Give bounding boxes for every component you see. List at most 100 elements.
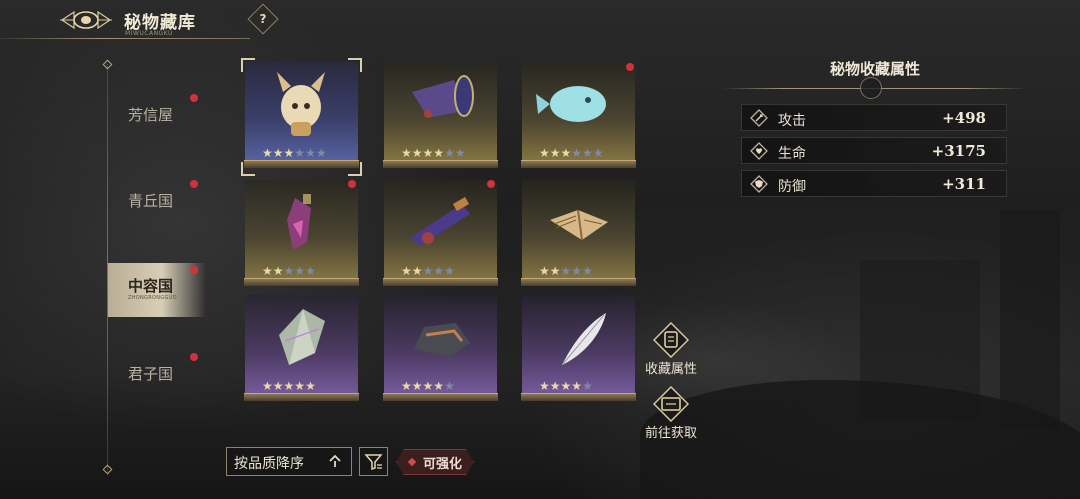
star-empty-icon: ★ [444, 146, 455, 160]
star-empty-icon: ★ [582, 379, 593, 393]
star-filled-icon: ★ [560, 379, 572, 393]
collection-card-feather[interactable]: ★★★★★ [521, 295, 636, 403]
fox-doll-icon [277, 72, 325, 136]
collection-card-book[interactable]: ★★★★★ [521, 180, 636, 288]
horn-icon [412, 75, 474, 118]
star-filled-icon: ★ [283, 146, 295, 160]
stat-row-health: 生命 +3175 [741, 137, 1007, 164]
star-filled-icon: ★ [539, 379, 550, 393]
star-rating: ★★★★★ [401, 265, 455, 277]
collection-card-crystal[interactable]: ★★★★★ [244, 295, 359, 403]
collection-attributes-label: 收藏属性 [644, 362, 697, 377]
star-empty-icon: ★ [294, 264, 306, 278]
card-shelf [244, 393, 359, 401]
go-obtain-button[interactable]: 前往获取 [641, 386, 701, 450]
nav-item-zhongrongguo[interactable]: 中容国 ZHONGRONGGUO [108, 263, 206, 317]
selection-corner [348, 58, 362, 72]
book-icon [550, 209, 608, 241]
star-filled-icon: ★ [305, 379, 316, 393]
sort-label: 按品质降序 [234, 456, 304, 472]
star-empty-icon: ★ [582, 264, 593, 278]
star-filled-icon: ★ [272, 264, 284, 278]
nav-item-qingqiuguo[interactable]: 青丘国 [108, 180, 206, 244]
star-filled-icon: ★ [571, 379, 583, 393]
star-rating: ★★★★★ [401, 380, 455, 392]
nav-item-junziguo[interactable]: 君子国 [108, 353, 206, 417]
stat-value: +311 [942, 175, 986, 193]
star-rating: ★★★★★ [539, 265, 593, 277]
star-rating: ★★★★★★ [262, 147, 327, 159]
collection-card-fox-doll[interactable]: ★★★★★★ [241, 58, 362, 176]
filter-button[interactable] [359, 447, 388, 476]
nav-notification-dot [190, 266, 198, 274]
header: 秘物藏库 MIWUCANGKU [0, 0, 280, 40]
stat-row-attack: 攻击 +498 [741, 104, 1007, 131]
background-tower [1000, 210, 1060, 430]
card-shelf [383, 393, 498, 401]
stat-label: 生命 [778, 146, 806, 162]
collection-card-glass-fish[interactable]: ★★★★★★ [521, 62, 636, 170]
collection-card-lantern[interactable]: ★★★★★ [244, 180, 359, 288]
star-filled-icon: ★ [401, 264, 412, 278]
star-empty-icon: ★ [582, 146, 593, 160]
sort-direction-icon [329, 454, 341, 467]
star-filled-icon: ★ [549, 146, 561, 160]
star-filled-icon: ★ [283, 379, 295, 393]
star-filled-icon: ★ [272, 379, 284, 393]
star-filled-icon: ★ [272, 146, 284, 160]
card-shelf [383, 160, 498, 168]
star-empty-icon: ★ [283, 264, 295, 278]
star-filled-icon: ★ [401, 146, 412, 160]
scroll-icon [653, 322, 689, 358]
collection-card-horn[interactable]: ★★★★★★ [383, 62, 498, 170]
star-filled-icon: ★ [549, 264, 561, 278]
archive-emblem-icon [60, 10, 112, 30]
card-notification-dot [348, 180, 356, 188]
filter-icon [364, 454, 383, 471]
card-shelf [244, 278, 359, 286]
nav-rail-bottom-diamond [102, 464, 113, 475]
star-filled-icon: ★ [433, 379, 445, 393]
collection-card-cannon[interactable]: ★★★★★ [383, 180, 498, 288]
star-empty-icon: ★ [422, 264, 434, 278]
stat-row-defense: 防御 +311 [741, 170, 1007, 197]
star-filled-icon: ★ [294, 379, 306, 393]
shield-icon [750, 175, 768, 193]
nav-item-fangxinwu[interactable]: 芳信屋 [108, 94, 206, 158]
card-shelf [383, 278, 498, 286]
star-rating: ★★★★★ [262, 380, 316, 392]
heart-icon [750, 142, 768, 160]
star-empty-icon: ★ [571, 146, 583, 160]
star-rating: ★★★★★ [539, 380, 593, 392]
star-rating: ★★★★★★ [401, 147, 466, 159]
help-icon[interactable]: ? [252, 8, 274, 30]
star-filled-icon: ★ [411, 379, 423, 393]
star-filled-icon: ★ [539, 146, 550, 160]
can-enhance-label[interactable]: 可强化 [423, 453, 462, 472]
nav-item-label: 芳信屋 [128, 106, 174, 124]
collection-attributes-button[interactable]: 收藏属性 [641, 322, 701, 386]
card-notification-dot [487, 180, 495, 188]
star-rating: ★★★★★ [262, 265, 316, 277]
card-shelf [521, 393, 636, 401]
nav-item-sublabel: ZHONGRONGGUO [128, 295, 177, 301]
star-empty-icon: ★ [592, 146, 604, 160]
star-filled-icon: ★ [433, 146, 445, 160]
star-filled-icon: ★ [411, 264, 423, 278]
go-obtain-label: 前往获取 [644, 426, 697, 441]
ticket-icon [653, 386, 689, 422]
star-empty-icon: ★ [433, 264, 445, 278]
nav-notification-dot [190, 353, 198, 361]
collection-card-stone[interactable]: ★★★★★ [383, 295, 498, 403]
star-filled-icon: ★ [262, 146, 273, 160]
star-filled-icon: ★ [539, 264, 550, 278]
stat-value: +498 [942, 109, 986, 127]
attack-icon [750, 109, 768, 127]
star-empty-icon: ★ [444, 379, 455, 393]
background-hill [640, 380, 1080, 499]
page-subtitle: MIWUCANGKU [125, 30, 173, 37]
sort-dropdown[interactable]: 按品质降序 [226, 447, 352, 476]
nav-item-label: 君子国 [128, 365, 174, 383]
star-filled-icon: ★ [422, 146, 434, 160]
nav-notification-dot [190, 180, 198, 188]
